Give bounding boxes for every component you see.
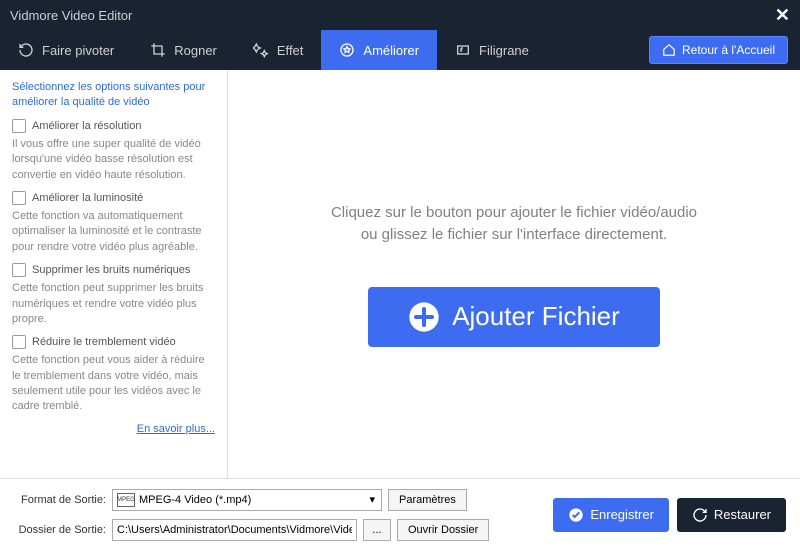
option-desc: Il vous offre une super qualité de vidéo… [12, 137, 215, 183]
save-label: Enregistrer [590, 507, 654, 522]
tab-enhance[interactable]: Améliorer [321, 30, 437, 70]
folder-input[interactable] [112, 519, 357, 541]
home-icon [662, 43, 676, 57]
tab-watermark[interactable]: Filigrane [437, 30, 547, 70]
mpeg-icon: MPEG [117, 493, 135, 507]
titlebar: Vidmore Video Editor ✕ [0, 0, 800, 30]
format-label: Format de Sortie: [14, 494, 106, 506]
check-icon [568, 507, 584, 523]
bottom-bar: Format de Sortie: MPEG MPEG-4 Video (*.m… [0, 478, 800, 550]
toolbar: Faire pivoter Rogner Effet Améliorer Fil… [0, 30, 800, 70]
option-label: Réduire le tremblement vidéo [32, 336, 176, 348]
tab-crop[interactable]: Rogner [132, 30, 235, 70]
tab-label: Faire pivoter [42, 43, 114, 58]
tab-label: Rogner [174, 43, 217, 58]
drop-text: Cliquez sur le bouton pour ajouter le fi… [324, 202, 704, 247]
tab-label: Améliorer [363, 43, 419, 58]
open-folder-button[interactable]: Ouvrir Dossier [397, 519, 489, 541]
tab-rotate[interactable]: Faire pivoter [0, 30, 132, 70]
main: Sélectionnez les options suivantes pour … [0, 70, 800, 478]
option-desc: Cette fonction peut vous aider à réduire… [12, 353, 215, 415]
tab-label: Filigrane [479, 43, 529, 58]
restore-icon [692, 507, 708, 523]
option-brightness: Améliorer la luminosité Cette fonction v… [12, 191, 215, 255]
checkbox-shake[interactable] [12, 335, 26, 349]
learn-more-link[interactable]: En savoir plus... [12, 423, 215, 435]
checkbox-resolution[interactable] [12, 119, 26, 133]
rotate-icon [18, 42, 34, 58]
checkbox-noise[interactable] [12, 263, 26, 277]
watermark-icon [455, 42, 471, 58]
app-title: Vidmore Video Editor [10, 8, 132, 23]
home-button[interactable]: Retour à l'Accueil [649, 36, 788, 64]
checkbox-brightness[interactable] [12, 191, 26, 205]
home-label: Retour à l'Accueil [682, 43, 775, 57]
enhance-icon [339, 42, 355, 58]
option-label: Améliorer la luminosité [32, 192, 143, 204]
add-file-label: Ajouter Fichier [452, 301, 620, 332]
close-icon[interactable]: ✕ [775, 5, 790, 26]
option-label: Supprimer les bruits numériques [32, 264, 190, 276]
effect-icon [253, 42, 269, 58]
option-desc: Cette fonction peut supprimer les bruits… [12, 281, 215, 327]
browse-button[interactable]: ... [363, 519, 391, 541]
tab-effect[interactable]: Effet [235, 30, 322, 70]
save-button[interactable]: Enregistrer [553, 498, 669, 532]
format-select[interactable]: MPEG MPEG-4 Video (*.mp4) [112, 489, 382, 511]
option-desc: Cette fonction va automatiquement optima… [12, 209, 215, 255]
option-noise: Supprimer les bruits numériques Cette fo… [12, 263, 215, 327]
crop-icon [150, 42, 166, 58]
option-resolution: Améliorer la résolution Il vous offre un… [12, 119, 215, 183]
add-file-button[interactable]: Ajouter Fichier [368, 287, 660, 347]
restore-label: Restaurer [714, 507, 771, 522]
plus-icon [408, 301, 440, 333]
format-value: MPEG-4 Video (*.mp4) [139, 494, 251, 506]
folder-label: Dossier de Sortie: [14, 524, 106, 536]
option-shake: Réduire le tremblement vidéo Cette fonct… [12, 335, 215, 415]
sidebar-title: Sélectionnez les options suivantes pour … [12, 80, 215, 111]
option-label: Améliorer la résolution [32, 120, 141, 132]
tab-label: Effet [277, 43, 304, 58]
restore-button[interactable]: Restaurer [677, 498, 786, 532]
sidebar: Sélectionnez les options suivantes pour … [0, 70, 228, 478]
content-area[interactable]: Cliquez sur le bouton pour ajouter le fi… [228, 70, 800, 478]
settings-button[interactable]: Paramètres [388, 489, 467, 511]
